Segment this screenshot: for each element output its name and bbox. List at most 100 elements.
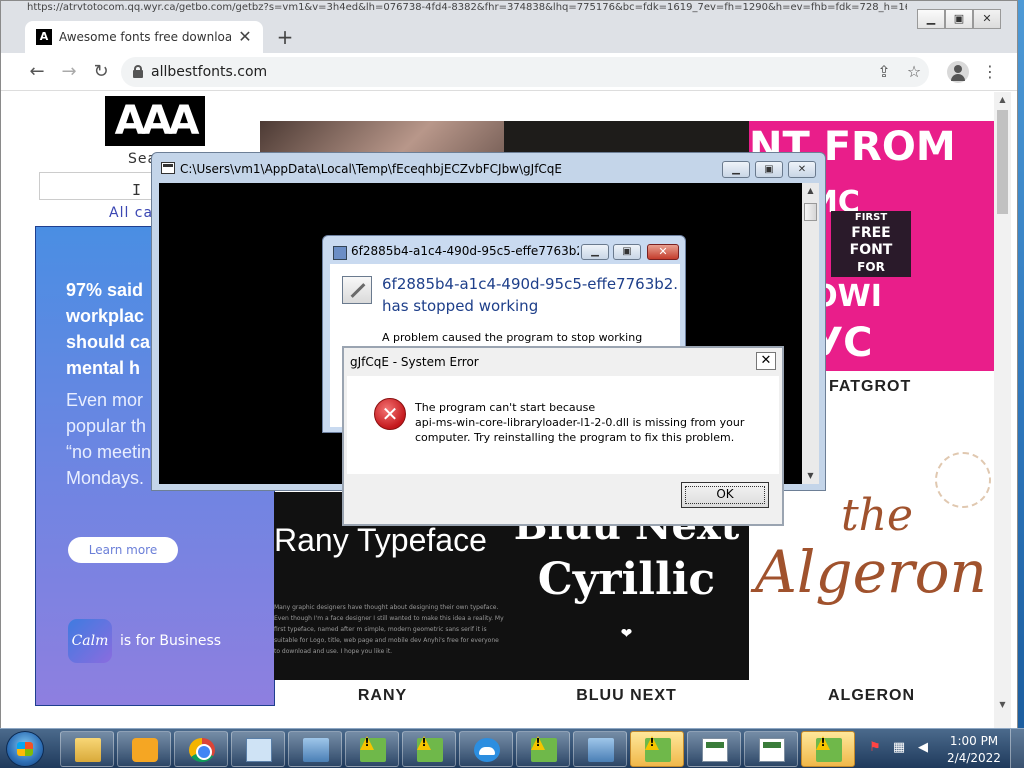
show-desktop-button[interactable] — [1010, 729, 1024, 768]
console-maximize-button[interactable]: ▣ — [755, 161, 783, 178]
console-titlebar[interactable]: C:\Users\vm1\AppData\Local\Temp\fEceqhbj… — [152, 153, 825, 183]
share-icon[interactable]: ⇪ — [873, 61, 895, 83]
taskbar-button-app-3[interactable] — [516, 731, 570, 767]
error-message: The program can't start because api-ms-w… — [415, 401, 745, 444]
tab-close-icon[interactable]: ✕ — [235, 27, 255, 47]
console-title: C:\Users\vm1\AppData\Local\Temp\fEceqhbj… — [180, 162, 563, 176]
warning-app-icon — [645, 738, 671, 762]
folder-icon — [75, 738, 101, 762]
console-app-icon — [161, 162, 175, 174]
error-dialog-title: gJfCqE - System Error — [350, 355, 479, 369]
stopped-close-button[interactable]: ✕ — [647, 244, 679, 260]
stopped-maximize-button[interactable]: ▣ — [613, 244, 641, 260]
cloud-icon — [474, 738, 500, 762]
address-bar[interactable]: allbestfonts.com ⇪ ☆ — [121, 57, 929, 87]
rany-preview-text: Many graphic designers have thought abou… — [274, 604, 504, 655]
tab-title: Awesome fonts free download - — [59, 30, 231, 44]
minimize-button[interactable]: ▁ — [917, 9, 945, 29]
taskbar: ⚑ ▦ ◀ 1:00 PM 2/4/2022 — [0, 728, 1024, 768]
fatgrot-art-inner: FIRST FREE FONT FOR — [831, 211, 911, 277]
console-minimize-button[interactable]: ▁ — [722, 161, 750, 178]
font-label-algeron[interactable]: ALGERON — [749, 687, 994, 705]
program-icon — [342, 276, 372, 304]
taskbar-button-doc-2[interactable] — [744, 731, 798, 767]
clock-date[interactable]: 2/4/2022 — [946, 751, 1002, 765]
learn-more-button[interactable]: Learn more — [68, 537, 178, 563]
all-categories-link[interactable]: All ca — [109, 205, 153, 221]
console-scrollbar[interactable]: ▲ ▼ — [802, 183, 819, 484]
url-text: allbestfonts.com — [151, 64, 268, 80]
taskbar-button-doc-1[interactable] — [687, 731, 741, 767]
taskbar-button-remote[interactable] — [573, 731, 627, 767]
scrollbar-thumb[interactable] — [997, 110, 1008, 214]
forward-arrow-icon[interactable]: → — [57, 61, 81, 83]
volume-icon[interactable]: ◀ — [916, 740, 930, 756]
taskbar-button-app-4[interactable] — [630, 731, 684, 767]
bluu-preview-subtitle: Cyrillic — [537, 554, 716, 605]
taskbar-button-control-panel[interactable] — [231, 731, 285, 767]
close-window-button[interactable]: ✕ — [973, 9, 1001, 29]
warning-app-icon — [360, 738, 386, 762]
clock-time[interactable]: 1:00 PM — [946, 734, 1002, 748]
taskbar-button-chrome[interactable] — [174, 731, 228, 767]
error-dialog-close-button[interactable]: ✕ — [756, 352, 776, 370]
reload-icon[interactable]: ↻ — [89, 61, 113, 83]
control-panel-icon — [246, 738, 272, 762]
page-scrollbar[interactable]: ▲ ▼ — [994, 92, 1011, 729]
scrollbar-thumb[interactable] — [804, 203, 817, 221]
stopped-dialog-title: 6f2885b4-a1c4-490d-95c5-effe7763b2ba.... — [351, 244, 579, 258]
scroll-up-arrow-icon[interactable]: ▲ — [802, 183, 819, 199]
lock-icon[interactable] — [133, 65, 143, 78]
taskbar-button-app-2[interactable] — [402, 731, 456, 767]
ok-button[interactable]: OK — [681, 482, 769, 508]
warning-app-icon — [417, 738, 443, 762]
stopped-minimize-button[interactable]: ▁ — [581, 244, 609, 260]
ad-tagline: is for Business — [120, 633, 222, 649]
scroll-down-arrow-icon[interactable]: ▼ — [802, 468, 819, 484]
menu-kebab-icon[interactable]: ⋮ — [979, 61, 1001, 83]
back-arrow-icon[interactable]: ← — [25, 61, 49, 83]
system-error-dialog: gJfCqE - System Error ✕ ✕ The program ca… — [342, 346, 784, 526]
site-logo[interactable]: AAA — [105, 96, 205, 146]
calm-logo: Calm — [68, 619, 112, 663]
algeron-preview-the: the — [841, 490, 914, 541]
start-button[interactable] — [6, 731, 44, 767]
network-tray-icon[interactable]: ▦ — [892, 740, 906, 756]
bookmark-star-icon[interactable]: ☆ — [903, 61, 925, 83]
profile-avatar-icon[interactable] — [947, 61, 969, 83]
taskbar-button-app-5[interactable] — [801, 731, 855, 767]
error-dialog-titlebar[interactable]: gJfCqE - System Error ✕ — [344, 348, 782, 376]
warning-app-icon — [816, 738, 842, 762]
algeron-preview-title: Algeron — [755, 538, 987, 606]
heart-icon: ❤ — [620, 626, 633, 642]
console-close-button[interactable]: ✕ — [788, 161, 816, 178]
tab-awesome-fonts[interactable]: A Awesome fonts free download - ✕ — [25, 21, 263, 53]
stopped-heading-sub: has stopped working — [382, 297, 539, 315]
tab-strip: https://atrvtotocom.qq.wyr.ca/getbo.com/… — [1, 1, 1017, 53]
maximize-button[interactable]: ▣ — [945, 9, 973, 29]
chrome-icon — [189, 738, 215, 762]
taskbar-button-network[interactable] — [288, 731, 342, 767]
taskbar-button-explorer[interactable] — [60, 731, 114, 767]
scroll-up-arrow-icon[interactable]: ▲ — [994, 92, 1011, 108]
taskbar-button-cloud[interactable] — [459, 731, 513, 767]
flag-alert-icon[interactable]: ⚑ — [868, 740, 882, 756]
rany-preview-title: Rany Typeface — [274, 522, 487, 558]
stopped-heading: 6f2885b4-a1c4-490d-95c5-effe7763b2... — [382, 275, 677, 293]
address-ghost-text: https://atrvtotocom.qq.wyr.ca/getbo.com/… — [27, 2, 907, 13]
network-icon — [588, 738, 614, 762]
browser-toolbar: ← → ↻ allbestfonts.com ⇪ ☆ ⋮ — [1, 53, 1017, 91]
taskbar-button-app-1[interactable] — [345, 731, 399, 767]
error-x-icon: ✕ — [374, 398, 406, 430]
font-label-fatgrot[interactable]: FATGROT — [829, 378, 911, 396]
system-tray: ⚑ ▦ ◀ — [862, 735, 942, 763]
taskbar-button-media-player[interactable] — [117, 731, 171, 767]
font-label-rany[interactable]: RANY — [260, 687, 505, 705]
text-cursor-icon: I — [132, 181, 142, 199]
document-icon — [759, 738, 785, 762]
scroll-down-arrow-icon[interactable]: ▼ — [994, 697, 1011, 713]
new-tab-button[interactable]: + — [271, 25, 299, 49]
font-label-bluu-next[interactable]: BLUU NEXT — [504, 687, 749, 705]
warning-app-icon — [531, 738, 557, 762]
document-icon — [702, 738, 728, 762]
